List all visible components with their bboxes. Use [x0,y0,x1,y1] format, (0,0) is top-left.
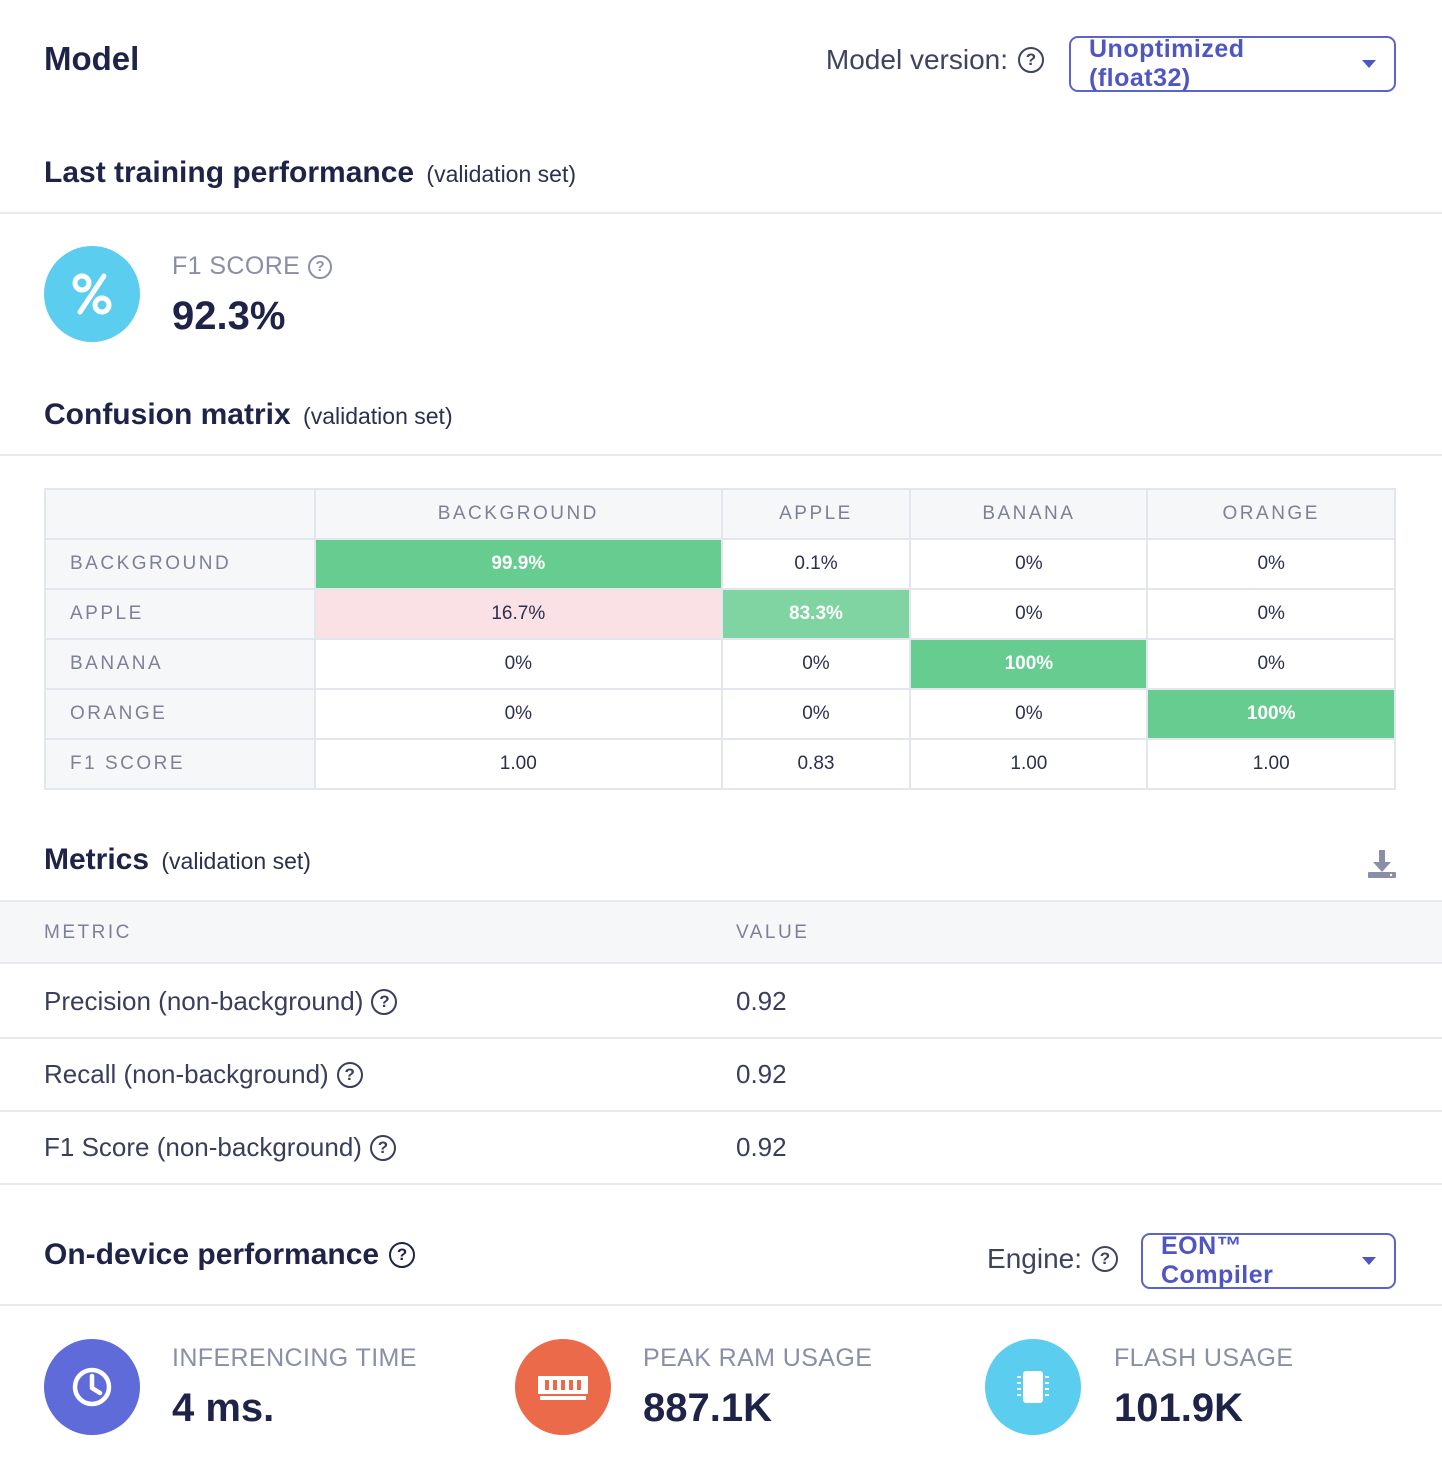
training-section-title: Last training performance (validation se… [44,156,576,190]
metrics-title: Metrics [44,843,150,876]
engine-label: Engine: ? [987,1243,1118,1275]
flash-usage-label: FLASH USAGE [1114,1344,1294,1372]
help-icon[interactable]: ? [371,988,398,1015]
metric-name: Recall (non-background) ? [44,1059,363,1090]
inferencing-time-value: 4 ms. [172,1386,275,1430]
percent-icon [44,246,140,342]
inferencing-time-label: INFERENCING TIME [172,1344,417,1372]
metric-name-text: F1 Score (non-background) [44,1132,362,1162]
model-version-text: Model version: [825,44,1008,75]
matrix-cell: 0% [720,688,912,740]
confusion-section-title: Confusion matrix (validation set) [44,398,453,432]
help-icon[interactable]: ? [1018,47,1044,73]
matrix-cell: 0% [1146,588,1396,640]
confusion-subtitle: (validation set) [303,403,453,429]
matrix-cell: 0% [909,538,1149,590]
training-subtitle: (validation set) [426,161,576,187]
model-version-label: Model version: ? [826,44,1044,76]
row-header: APPLE [44,588,316,640]
matrix-cell: 0% [314,638,723,690]
column-header: APPLE [720,488,912,540]
page-title: Model [44,40,140,77]
metric-value: 0.92 [736,986,787,1016]
confusion-matrix-table: BACKGROUND APPLE BANANA ORANGE BACKGROUN… [44,488,1396,790]
matrix-cell: 0% [909,588,1149,640]
matrix-cell: 99.9% [314,538,723,590]
f1-score-row: F1 SCORE 1.00 0.83 1.00 1.00 [44,738,1396,790]
engine-select[interactable]: EON™ Compiler [1141,1232,1396,1289]
device-title: On-device performance [44,1238,380,1271]
help-icon[interactable]: ? [369,1134,396,1161]
matrix-cell: 100% [909,638,1149,690]
confusion-title: Confusion matrix [44,398,291,431]
f1-cell: 0.83 [720,738,912,790]
column-header: BANANA [909,488,1149,540]
table-row: BANANA 0% 0% 100% 0% [44,638,1396,690]
engine-value: EON™ Compiler [1161,1232,1274,1289]
metric-column-header: METRIC [44,922,132,943]
engine-label-text: Engine: [987,1243,1082,1274]
model-version-value: Unoptimized (float32) [1089,35,1245,92]
flash-usage-value: 101.9K [1114,1386,1243,1430]
metrics-subtitle: (validation set) [161,848,311,874]
f1-cell: 1.00 [1146,738,1396,790]
chevron-down-icon [1362,1257,1376,1265]
metrics-table-header: METRIC VALUE [0,900,1442,964]
row-header: ORANGE [44,688,316,740]
peak-ram-value: 887.1K [643,1386,772,1430]
matrix-cell: 0% [314,688,723,740]
table-row: APPLE 16.7% 83.3% 0% 0% [44,588,1396,640]
table-header-row: BACKGROUND APPLE BANANA ORANGE [44,488,1396,540]
table-row: BACKGROUND 99.9% 0.1% 0% 0% [44,538,1396,590]
training-title: Last training performance [44,156,415,189]
f1-score-label-text: F1 SCORE [172,252,301,280]
value-column-header: VALUE [736,922,810,943]
chevron-down-icon [1362,60,1376,68]
row-header: F1 SCORE [44,738,316,790]
table-row: F1 Score (non-background) ? 0.92 [0,1112,1442,1185]
matrix-cell: 100% [1146,688,1396,740]
peak-ram-label: PEAK RAM USAGE [643,1344,873,1372]
metric-value: 0.92 [736,1059,787,1089]
matrix-cell: 16.7% [314,588,723,640]
matrix-cell: 0% [909,688,1149,740]
f1-score-label: F1 SCORE ? [172,252,333,281]
clock-icon [44,1339,140,1435]
table-row: Recall (non-background) ? 0.92 [0,1039,1442,1112]
matrix-cell: 0% [1146,638,1396,690]
column-header: ORANGE [1146,488,1396,540]
metric-name: Precision (non-background) ? [44,986,398,1017]
f1-score-value: 92.3% [172,294,286,338]
row-header: BACKGROUND [44,538,316,590]
ram-icon [515,1339,611,1435]
f1-cell: 1.00 [314,738,723,790]
corner-cell [44,488,316,540]
metric-name-text: Precision (non-background) [44,986,364,1016]
table-row: Precision (non-background) ? 0.92 [0,966,1442,1039]
help-icon[interactable]: ? [1092,1246,1118,1272]
column-header: BACKGROUND [314,488,723,540]
matrix-cell: 0% [720,638,912,690]
table-row: ORANGE 0% 0% 0% 100% [44,688,1396,740]
row-header: BANANA [44,638,316,690]
model-version-select[interactable]: Unoptimized (float32) [1069,35,1396,92]
metric-value: 0.92 [736,1132,787,1162]
metric-name: F1 Score (non-background) ? [44,1132,396,1163]
help-icon[interactable]: ? [308,254,333,279]
download-icon[interactable] [1366,848,1398,880]
matrix-cell: 83.3% [720,588,912,640]
help-icon[interactable]: ? [336,1061,363,1088]
matrix-cell: 0.1% [720,538,912,590]
metrics-section-title: Metrics (validation set) [44,843,311,877]
f1-cell: 1.00 [909,738,1149,790]
help-icon[interactable]: ? [389,1242,416,1268]
device-section-title: On-device performance ? [44,1238,416,1272]
matrix-cell: 0% [1146,538,1396,590]
metric-name-text: Recall (non-background) [44,1059,329,1089]
chip-icon [985,1339,1081,1435]
